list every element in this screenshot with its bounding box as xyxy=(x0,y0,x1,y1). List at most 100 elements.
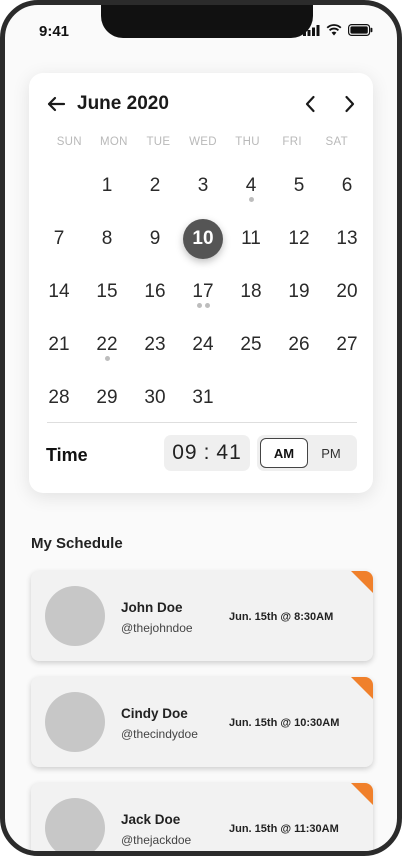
day-number: 4 xyxy=(245,174,257,196)
calendar-day[interactable]: 18 xyxy=(227,265,275,318)
calendar-day[interactable]: 24 xyxy=(179,318,227,371)
day-number: 25 xyxy=(240,333,262,355)
calendar-day[interactable]: 31 xyxy=(179,371,227,424)
day-number: 10 xyxy=(192,227,214,249)
calendar-day[interactable]: 11 xyxy=(227,212,275,265)
weekday-label: TUE xyxy=(146,136,171,148)
calendar-day[interactable]: 21 xyxy=(35,318,83,371)
corner-flag-icon xyxy=(351,677,373,699)
day-number: 3 xyxy=(197,174,209,196)
schedule-title: My Schedule xyxy=(31,535,123,552)
day-number: 5 xyxy=(293,174,305,196)
calendar-day[interactable]: 12 xyxy=(275,212,323,265)
calendar-day-selected[interactable]: 10 xyxy=(179,212,227,265)
calendar-day[interactable]: 8 xyxy=(83,212,131,265)
day-number: 23 xyxy=(144,333,166,355)
event-dot xyxy=(104,356,110,361)
avatar xyxy=(45,692,105,752)
day-number: 13 xyxy=(336,227,358,249)
day-number: 7 xyxy=(53,227,65,249)
weekday-label: SAT xyxy=(325,136,348,148)
calendar-day[interactable]: 2 xyxy=(131,159,179,212)
day-number: 16 xyxy=(144,280,166,302)
calendar-day[interactable]: 4 xyxy=(227,159,275,212)
back-arrow-icon[interactable] xyxy=(45,93,67,115)
day-number: 26 xyxy=(288,333,310,355)
day-number: 24 xyxy=(192,333,214,355)
day-number: 2 xyxy=(149,174,161,196)
schedule-card[interactable]: Jack Doe @thejackdoe Jun. 15th @ 11:30AM xyxy=(31,783,373,851)
cellular-signal-icon xyxy=(303,23,320,41)
calendar-day[interactable]: 30 xyxy=(131,371,179,424)
calendar-day[interactable]: 7 xyxy=(35,212,83,265)
time-input[interactable]: 09 : 41 xyxy=(164,435,250,471)
day-number: 28 xyxy=(48,386,70,408)
weekday-label: THU xyxy=(235,136,260,148)
minute-value[interactable]: 41 xyxy=(216,441,241,465)
device-notch xyxy=(101,5,313,38)
schedule-card[interactable]: John Doe @thejohndoe Jun. 15th @ 8:30AM xyxy=(31,571,373,661)
calendar-day[interactable]: 29 xyxy=(83,371,131,424)
schedule-card[interactable]: Cindy Doe @thecindydoe Jun. 15th @ 10:30AM xyxy=(31,677,373,767)
chevron-left-icon[interactable] xyxy=(301,93,319,115)
calendar-day[interactable]: 19 xyxy=(275,265,323,318)
day-number: 9 xyxy=(149,227,161,249)
day-number: 29 xyxy=(96,386,118,408)
time-label: Time xyxy=(46,445,88,465)
calendar-day[interactable]: 3 xyxy=(179,159,227,212)
time-separator: : xyxy=(203,441,211,464)
day-number: 12 xyxy=(288,227,310,249)
calendar-day[interactable]: 22 xyxy=(83,318,131,371)
day-number: 18 xyxy=(240,280,262,302)
calendar-day[interactable]: 20 xyxy=(323,265,371,318)
calendar-day[interactable]: 1 xyxy=(83,159,131,212)
day-number: 31 xyxy=(192,386,214,408)
day-number: 30 xyxy=(144,386,166,408)
event-dots xyxy=(227,197,275,202)
calendar-blank-cell xyxy=(35,159,83,212)
corner-flag-icon xyxy=(351,571,373,593)
day-number: 17 xyxy=(192,280,214,302)
calendar-day[interactable]: 27 xyxy=(323,318,371,371)
contact-name: Cindy Doe xyxy=(121,706,188,721)
calendar-day[interactable]: 13 xyxy=(323,212,371,265)
calendar-day[interactable]: 26 xyxy=(275,318,323,371)
calendar-day[interactable]: 5 xyxy=(275,159,323,212)
chevron-right-icon[interactable] xyxy=(341,93,359,115)
calendar-divider xyxy=(47,422,357,423)
contact-name: Jack Doe xyxy=(121,812,181,827)
event-dots xyxy=(179,303,227,308)
calendar-day[interactable]: 23 xyxy=(131,318,179,371)
month-title: June 2020 xyxy=(77,93,169,114)
calendar-day[interactable]: 25 xyxy=(227,318,275,371)
appointment-time: Jun. 15th @ 10:30AM xyxy=(229,717,340,729)
hour-value[interactable]: 09 xyxy=(172,441,197,465)
event-dot xyxy=(196,303,202,308)
calendar-day[interactable]: 15 xyxy=(83,265,131,318)
day-number: 1 xyxy=(101,174,113,196)
contact-handle: @thejackdoe xyxy=(121,833,192,847)
calendar-day[interactable]: 16 xyxy=(131,265,179,318)
calendar-day[interactable]: 6 xyxy=(323,159,371,212)
weekday-label: SUN xyxy=(56,136,82,148)
calendar-day[interactable]: 28 xyxy=(35,371,83,424)
day-number: 20 xyxy=(336,280,358,302)
day-number: 15 xyxy=(96,280,118,302)
day-number: 6 xyxy=(341,174,353,196)
calendar-day[interactable]: 9 xyxy=(131,212,179,265)
calendar-day[interactable]: 14 xyxy=(35,265,83,318)
am-option[interactable]: AM xyxy=(260,438,308,468)
weekday-label: MON xyxy=(99,136,128,148)
month-navigation xyxy=(301,93,359,115)
corner-flag-icon xyxy=(351,783,373,805)
pm-option[interactable]: PM xyxy=(308,438,354,468)
status-time: 9:41 xyxy=(39,23,70,40)
event-dot xyxy=(204,303,210,308)
calendar-day[interactable]: 17 xyxy=(179,265,227,318)
day-number: 19 xyxy=(288,280,310,302)
calendar-header: June 2020 xyxy=(45,91,359,117)
weekday-label: FRI xyxy=(282,136,302,148)
contact-handle: @thecindydoe xyxy=(121,727,198,741)
event-dots xyxy=(83,356,131,361)
day-number: 14 xyxy=(48,280,70,302)
